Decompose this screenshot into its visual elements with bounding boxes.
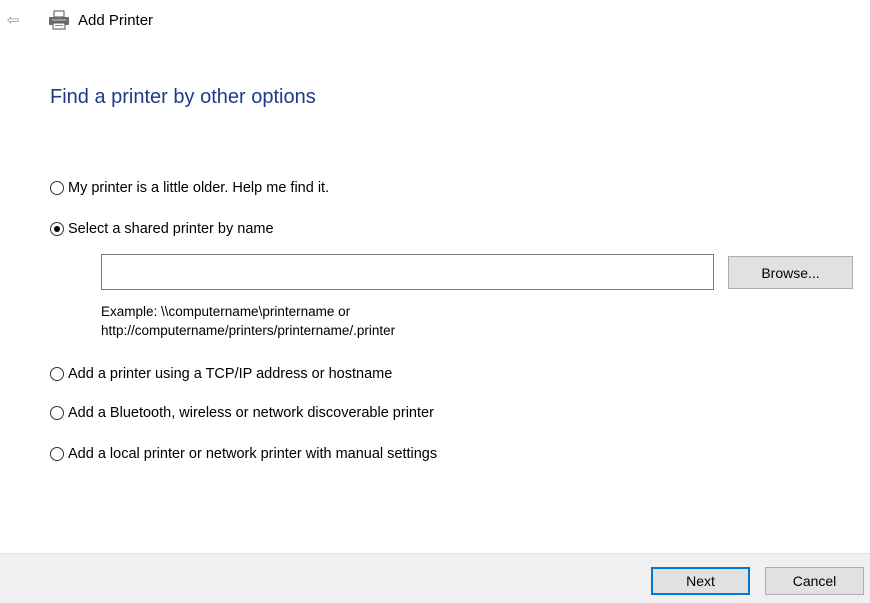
next-button[interactable]: Next [651, 567, 750, 595]
back-arrow-icon[interactable]: ⇦ [4, 11, 22, 31]
example-text: Example: \\computername\printername or h… [101, 302, 395, 340]
cancel-button[interactable]: Cancel [765, 567, 864, 595]
radio-shared-printer[interactable] [50, 222, 64, 236]
option-local-printer[interactable]: Add a local printer or network printer w… [50, 446, 437, 462]
page-heading: Find a printer by other options [50, 86, 316, 108]
option-label: Add a printer using a TCP/IP address or … [68, 366, 393, 382]
footer-bar: Next Cancel [0, 553, 870, 603]
option-label: My printer is a little older. Help me fi… [68, 180, 330, 196]
radio-local-printer[interactable] [50, 447, 64, 461]
shared-printer-input[interactable] [101, 254, 714, 290]
title-bar: ⇦ Add Printer [0, 0, 870, 42]
example-line-2: http://computername/printers/printername… [101, 323, 396, 338]
option-shared-printer[interactable]: Select a shared printer by name [50, 221, 274, 237]
radio-bluetooth[interactable] [50, 406, 64, 420]
window-title: Add Printer [78, 12, 154, 29]
option-tcpip[interactable]: Add a printer using a TCP/IP address or … [50, 366, 392, 382]
printer-icon [49, 10, 69, 30]
option-older-printer[interactable]: My printer is a little older. Help me fi… [50, 180, 329, 196]
browse-button[interactable]: Browse... [728, 256, 853, 289]
radio-tcpip[interactable] [50, 367, 64, 381]
option-label: Add a local printer or network printer w… [68, 446, 438, 462]
example-line-1: Example: \\computername\printername or [101, 304, 351, 319]
option-label: Select a shared printer by name [68, 221, 274, 237]
radio-older-printer[interactable] [50, 181, 64, 195]
option-bluetooth[interactable]: Add a Bluetooth, wireless or network dis… [50, 405, 434, 421]
option-label: Add a Bluetooth, wireless or network dis… [68, 405, 434, 421]
